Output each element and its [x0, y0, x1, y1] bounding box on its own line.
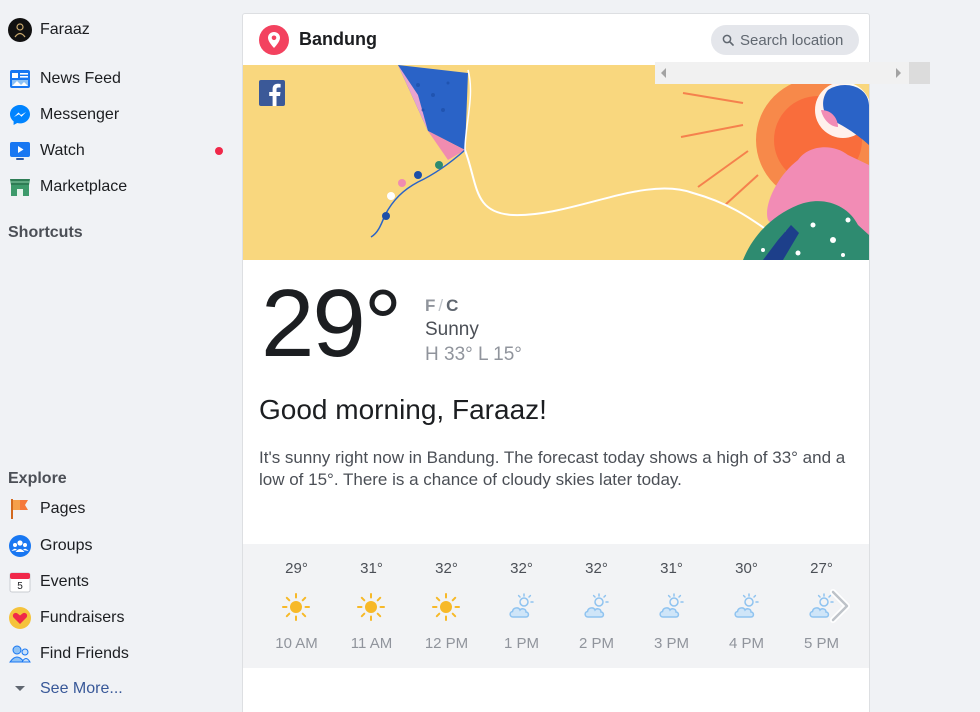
sidebar-item-label: Events — [40, 573, 89, 590]
current-condition: Sunny — [425, 319, 479, 340]
profile-link[interactable]: Faraaz — [8, 15, 90, 45]
forecast-hour: 32° 1 PM — [484, 544, 559, 668]
forecast-hour-label: 3 PM — [653, 635, 689, 652]
sidebar-item-messenger[interactable]: Messenger — [8, 100, 119, 130]
unit-celsius[interactable]: C — [446, 296, 458, 315]
chevron-right-icon[interactable] — [825, 586, 855, 626]
scroll-left-arrow-icon[interactable] — [661, 68, 666, 78]
explore-heading: Explore — [8, 470, 67, 487]
sidebar-item-groups[interactable]: Groups — [8, 531, 92, 561]
forecast-temp: 27° — [810, 560, 833, 577]
see-more-label: See More... — [40, 680, 123, 697]
profile-name: Faraaz — [40, 21, 90, 38]
sidebar-item-label: Pages — [40, 500, 86, 517]
watch-icon — [8, 139, 32, 163]
greeting-heading: Good morning, Faraaz! — [259, 394, 547, 425]
forecast-hour-label: 11 AM — [350, 635, 393, 652]
partly-cloudy-icon — [659, 593, 684, 618]
forecast-temp: 31° — [360, 560, 383, 577]
sun-icon — [432, 593, 460, 621]
avatar — [8, 18, 32, 42]
city-name: Bandung — [299, 29, 377, 49]
forecast-temp: 32° — [585, 560, 608, 577]
weather-illustration-banner — [243, 65, 869, 260]
forecast-hour-label: 12 PM — [424, 635, 469, 652]
sidebar-item-find-friends[interactable]: Find Friends — [8, 639, 129, 669]
forecast-temp: 32° — [510, 560, 533, 577]
pages-flag-icon — [8, 497, 32, 521]
partly-cloudy-icon — [584, 593, 609, 618]
sun-icon — [357, 593, 385, 621]
shortcuts-heading: Shortcuts — [8, 224, 83, 241]
weather-header: Bandung Search location — [243, 14, 869, 66]
horizontal-scrollbar[interactable] — [655, 62, 930, 84]
location-pin-icon — [259, 25, 289, 55]
search-icon — [722, 34, 734, 46]
forecast-hour-label: 10 AM — [275, 635, 318, 652]
groups-icon — [8, 534, 32, 558]
unit-separator: / — [438, 296, 444, 315]
sun-icon — [282, 593, 310, 621]
sidebar-item-label: News Feed — [40, 70, 121, 87]
search-location-input[interactable]: Search location — [711, 25, 859, 55]
events-calendar-icon: 5 — [8, 570, 32, 594]
sidebar-item-news-feed[interactable]: News Feed — [8, 64, 121, 94]
forecast-hour: 31° 11 AM — [334, 544, 409, 668]
weather-card: Bandung Search location 29° F / C Sunny … — [242, 13, 870, 712]
forecast-hour: 32° 2 PM — [559, 544, 634, 668]
unit-toggle[interactable]: F / C — [425, 296, 458, 316]
sidebar-item-events[interactable]: 5 Events — [8, 567, 89, 597]
forecast-hour-label: 4 PM — [728, 635, 764, 652]
forecast-description: It's sunny right now in Bandung. The for… — [259, 448, 846, 489]
sidebar-item-label: Marketplace — [40, 178, 128, 195]
messenger-icon — [8, 103, 32, 127]
see-more-link[interactable]: See More... — [8, 674, 123, 704]
sidebar-item-label: Messenger — [40, 106, 120, 123]
sidebar-item-fundraisers[interactable]: Fundraisers — [8, 603, 124, 633]
forecast-temp: 31° — [660, 560, 683, 577]
watch-notification-dot — [215, 147, 223, 155]
forecast-hour: 30° 4 PM — [709, 544, 784, 668]
sidebar-item-marketplace[interactable]: Marketplace — [8, 172, 127, 202]
forecast-hour: 32° 12 PM — [409, 544, 484, 668]
forecast-hour-label: 5 PM — [803, 635, 839, 652]
forecast-hour-label: 1 PM — [503, 635, 539, 652]
scrollbar-corner — [909, 62, 930, 84]
svg-text:5: 5 — [17, 581, 23, 592]
high-low-temperature: H 33° L 15° — [425, 344, 522, 365]
news-feed-icon — [8, 67, 32, 91]
scroll-right-arrow-icon[interactable] — [896, 68, 901, 78]
hourly-forecast: 29° 10 AM 31° 11 AM 32° 12 PM 32° 1 PM 3… — [243, 544, 869, 668]
sidebar-item-watch[interactable]: Watch — [8, 136, 85, 166]
fundraisers-heart-icon — [8, 606, 32, 630]
unit-fahrenheit[interactable]: F — [425, 296, 435, 315]
find-friends-icon — [8, 642, 32, 666]
partly-cloudy-icon — [734, 593, 759, 618]
forecast-temp: 29° — [285, 560, 308, 577]
sidebar-item-label: Find Friends — [40, 645, 129, 662]
current-temperature: 29° — [261, 270, 402, 377]
facebook-logo-icon — [259, 80, 285, 106]
forecast-temp: 32° — [435, 560, 458, 577]
forecast-temp: 30° — [735, 560, 758, 577]
forecast-hour: 31° 3 PM — [634, 544, 709, 668]
marketplace-icon — [8, 175, 32, 199]
sidebar-item-label: Groups — [40, 537, 93, 554]
search-placeholder: Search location — [740, 31, 844, 49]
chevron-down-icon — [8, 677, 32, 701]
sidebar-item-pages[interactable]: Pages — [8, 494, 85, 524]
forecast-hour-label: 2 PM — [578, 635, 614, 652]
left-sidebar: Faraaz News Feed Messenger Watch Marketp… — [0, 0, 236, 712]
sidebar-item-label: Watch — [40, 142, 85, 159]
partly-cloudy-icon — [509, 593, 534, 618]
sidebar-item-label: Fundraisers — [40, 609, 125, 626]
kite-illustration — [243, 65, 869, 260]
forecast-hour: 29° 10 AM — [259, 544, 334, 668]
